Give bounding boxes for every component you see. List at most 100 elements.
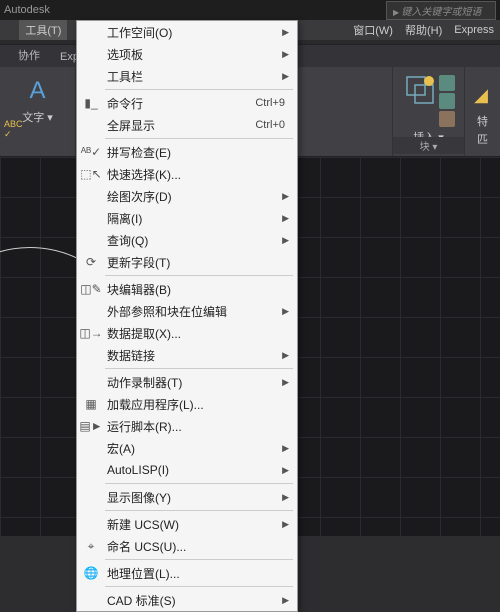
match-props-icon[interactable]: ◢ (465, 79, 497, 111)
submenu-arrow-icon: ▶ (279, 519, 289, 530)
menu-item-label: 绘图次序(D) (103, 188, 279, 205)
menu-item[interactable]: 绘图次序(D)▶ (77, 185, 297, 207)
menu-item[interactable]: 查询(Q)▶ (77, 229, 297, 251)
geo-icon: 🌐 (79, 563, 103, 583)
submenu-arrow-icon: ▶ (279, 595, 289, 606)
menu-item[interactable]: ᴬᴮ✓拼写检查(E) (77, 141, 297, 163)
insert-panel: 插入 ▾ 块 ▾ (392, 67, 464, 156)
menu-express[interactable]: Express (448, 22, 500, 38)
create-block-icon[interactable] (439, 75, 455, 91)
blank-icon (79, 186, 103, 206)
tools-dropdown: 工作空间(O)▶选项板▶工具栏▶▮_命令行Ctrl+9全屏显示Ctrl+0ᴬᴮ✓… (76, 20, 298, 612)
menu-item[interactable]: 显示图像(Y)▶ (77, 486, 297, 508)
menu-item[interactable]: 工具栏▶ (77, 65, 297, 87)
menu-item[interactable]: ▤►运行脚本(R)... (77, 415, 297, 437)
menu-item[interactable]: 隔离(I)▶ (77, 207, 297, 229)
submenu-arrow-icon: ▶ (279, 465, 289, 476)
submenu-arrow-icon: ▶ (279, 191, 289, 202)
keyword-search[interactable]: 键入关键字或短语 (386, 1, 496, 20)
menu-item[interactable]: AutoLISP(I)▶ (77, 459, 297, 481)
props-panel: ◢ 特 匹 (464, 67, 500, 156)
submenu-arrow-icon: ▶ (279, 350, 289, 361)
edit-attr-icon[interactable] (439, 111, 455, 127)
menu-item-label: AutoLISP(I) (103, 463, 279, 477)
menu-item-label: 隔离(I) (103, 210, 279, 227)
shortcut: Ctrl+9 (255, 97, 289, 109)
menu-item-label: 动作录制器(T) (103, 374, 279, 391)
blank-icon (79, 345, 103, 365)
submenu-arrow-icon: ▶ (279, 71, 289, 82)
menu-item-label: 数据链接 (103, 347, 279, 364)
blank-icon (79, 487, 103, 507)
menu-item[interactable]: 数据链接▶ (77, 344, 297, 366)
text-button-label: 文字 ▾ (22, 109, 53, 125)
menu-item-label: 加载应用程序(L)... (103, 396, 289, 413)
submenu-arrow-icon: ▶ (279, 492, 289, 503)
blank-icon (79, 115, 103, 135)
menu-item[interactable]: ◫✎块编辑器(B) (77, 278, 297, 300)
submenu-arrow-icon: ▶ (279, 27, 289, 38)
submenu-arrow-icon: ▶ (279, 49, 289, 60)
props-label2: 匹 (465, 131, 500, 147)
menu-window[interactable]: 窗口(W) (347, 20, 399, 40)
submenu-arrow-icon: ▶ (279, 213, 289, 224)
app-icon: ▦ (79, 394, 103, 414)
menu-item-label: 快速选择(K)... (103, 166, 289, 183)
menu-item[interactable]: ⬚↖快速选择(K)... (77, 163, 297, 185)
menu-item-label: 选项板 (103, 46, 279, 63)
menu-item-label: 运行脚本(R)... (103, 418, 289, 435)
menu-item-label: 拼写检查(E) (103, 144, 289, 161)
menu-item[interactable]: 工作空间(O)▶ (77, 21, 297, 43)
menu-item[interactable]: ⌖命名 UCS(U)... (77, 535, 297, 557)
app-name: Autodesk (4, 4, 382, 16)
blank-icon (79, 372, 103, 392)
menu-item-label: 新建 UCS(W) (103, 516, 279, 533)
menu-item[interactable]: ⟳更新字段(T) (77, 251, 297, 273)
props-label1: 特 (465, 113, 500, 129)
menu-item[interactable]: 宏(A)▶ (77, 437, 297, 459)
menu-item[interactable]: ◫→数据提取(X)... (77, 322, 297, 344)
blk-icon: ◫✎ (79, 279, 103, 299)
cmd-icon: ▮_ (79, 93, 103, 113)
edit-block-icon[interactable] (439, 93, 455, 109)
menu-item-label: 数据提取(X)... (103, 325, 289, 342)
text-panel: A 文字 ▾ ABC✓ (0, 67, 76, 156)
menu-item[interactable]: CAD 标准(S)▶ (77, 589, 297, 611)
menu-item[interactable]: 外部参照和块在位编辑▶ (77, 300, 297, 322)
submenu-arrow-icon: ▶ (279, 235, 289, 246)
blank-icon (79, 208, 103, 228)
blank-icon (79, 514, 103, 534)
blank-icon (79, 438, 103, 458)
menu-item-label: 块编辑器(B) (103, 281, 289, 298)
menu-item-label: 查询(Q) (103, 232, 279, 249)
menu-item-label: 命名 UCS(U)... (103, 538, 289, 555)
menu-item-label: 宏(A) (103, 440, 279, 457)
menu-item-label: 全屏显示 (103, 117, 255, 134)
menu-item[interactable]: 新建 UCS(W)▶ (77, 513, 297, 535)
block-panel-label[interactable]: 块 ▾ (393, 137, 464, 154)
tab-collab[interactable]: 协作 (8, 43, 50, 67)
blank-icon (79, 460, 103, 480)
menu-item[interactable]: 动作录制器(T)▶ (77, 371, 297, 393)
blank-icon (79, 22, 103, 42)
ucs-icon: ⌖ (79, 536, 103, 556)
blank-icon (79, 44, 103, 64)
text-icon[interactable]: A (22, 75, 54, 107)
menu-item[interactable]: ▮_命令行Ctrl+9 (77, 92, 297, 114)
blank-icon (79, 66, 103, 86)
insert-icon[interactable] (403, 73, 437, 127)
menu-item-label: 外部参照和块在位编辑 (103, 303, 279, 320)
menu-item[interactable]: ▦加载应用程序(L)... (77, 393, 297, 415)
blank-icon (79, 590, 103, 610)
menu-item[interactable]: 选项板▶ (77, 43, 297, 65)
submenu-arrow-icon: ▶ (279, 377, 289, 388)
menu-item[interactable]: 🌐地理位置(L)... (77, 562, 297, 584)
menu-item[interactable]: 全屏显示Ctrl+0 (77, 114, 297, 136)
menu-item-label: 显示图像(Y) (103, 489, 279, 506)
blank-icon (79, 230, 103, 250)
abc-icon: ᴬᴮ✓ (79, 142, 103, 162)
menu-help[interactable]: 帮助(H) (399, 20, 448, 40)
dx-icon: ◫→ (79, 323, 103, 343)
abc-check-icon[interactable]: ABC✓ (4, 119, 23, 140)
menu-tools[interactable]: 工具(T) (19, 20, 67, 40)
